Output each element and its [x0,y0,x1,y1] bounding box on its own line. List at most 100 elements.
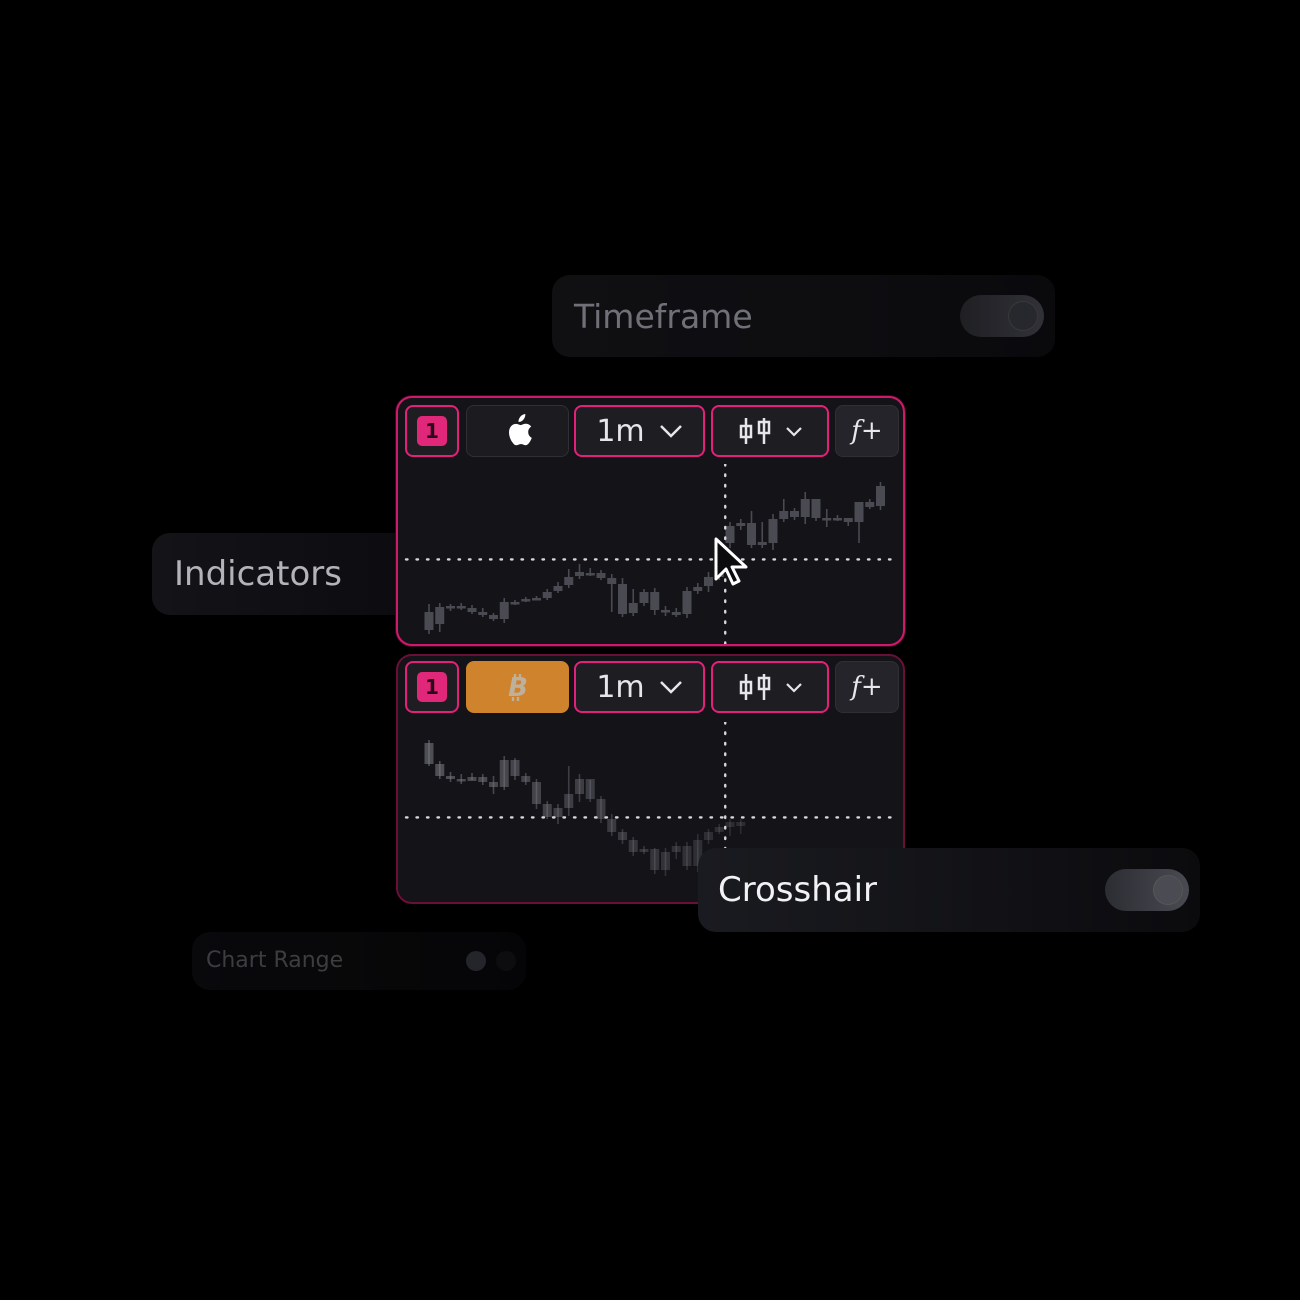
indicators-setting: Indicators [152,533,412,615]
candle [607,574,617,612]
apple-icon [508,414,532,446]
crosshair-label: Crosshair [718,870,878,910]
candle [424,740,434,766]
candle [489,776,498,794]
candle [596,570,606,580]
timeframe-value: 1m [596,669,645,705]
timeframe-setting: Timeframe [552,275,1055,357]
candle [650,848,660,874]
candle [478,774,488,785]
chevron-down-icon [786,426,802,437]
candle [779,499,789,522]
candle [628,837,638,856]
candle [661,606,670,616]
candle [618,829,627,844]
candlestick-icon [739,674,771,700]
candle [564,569,574,588]
toggle-knob [1008,301,1038,331]
add-indicator-button[interactable]: f+ [835,405,899,457]
candle [650,588,660,615]
cursor-icon [714,537,748,586]
candle [639,846,649,854]
candle [596,796,606,823]
candle [768,514,778,550]
candle [682,842,692,870]
candle [833,515,842,521]
timeframe-label: Timeframe [574,297,753,336]
chart-panel-apple: 1 1m f+ [396,396,905,646]
candle [736,519,746,530]
candle [467,773,477,781]
layout-badge[interactable]: 1 [405,661,459,713]
toggle-knob [1153,875,1183,905]
candle [532,596,541,601]
toggle-track [496,951,516,971]
candlestick-chart[interactable] [398,464,903,644]
chevron-down-icon [659,425,682,438]
candle [704,829,713,844]
chart-type-dropdown[interactable] [711,405,829,457]
candle [757,522,767,548]
candle [424,604,434,634]
candle [564,766,574,816]
crosshair-toggle[interactable] [1105,869,1189,911]
candle [714,824,724,834]
candle [671,608,681,617]
candle [628,589,638,616]
crosshair-setting: Crosshair [698,848,1200,932]
candle [661,848,670,876]
candle [478,608,488,617]
badge-number: 1 [417,416,447,446]
candle [585,568,595,576]
timeframe-value: 1m [596,413,645,449]
indicators-label: Indicators [174,554,342,594]
candle [521,597,531,602]
candle [575,564,584,579]
symbol-selector-apple[interactable] [466,405,569,457]
candle [865,499,875,509]
candle [553,582,563,593]
candlestick-icon [739,418,771,444]
candle [639,589,649,606]
candle [822,509,832,527]
candle [456,774,466,784]
candle [585,779,595,802]
candle [510,758,520,780]
candle [435,761,445,779]
timeframe-dropdown[interactable]: 1m [574,661,705,713]
candle [489,613,498,621]
layout-badge[interactable]: 1 [405,405,459,457]
chart-range-label: Chart Range [206,948,344,973]
badge-number: 1 [417,672,447,702]
chart-range-setting: Chart Range [192,932,526,990]
candle [693,583,703,594]
candle [499,756,509,790]
candle [800,492,810,524]
timeframe-dropdown[interactable]: 1m [574,405,705,457]
candle [790,508,799,520]
chevron-down-icon [659,681,682,694]
candle [542,589,552,600]
candle [532,779,541,809]
candle [704,572,713,592]
chart-type-dropdown[interactable] [711,661,829,713]
candle [811,499,821,521]
symbol-selector-bitcoin[interactable]: B [466,661,569,713]
candle [725,819,735,836]
candle [671,842,681,859]
bitcoin-icon: B [508,673,528,703]
candle [435,603,445,632]
candle [446,772,455,782]
candle [510,600,520,605]
add-indicator-button[interactable]: f+ [835,661,899,713]
candle [618,578,627,617]
candle [682,587,692,618]
candle [854,502,864,543]
candle [521,773,531,785]
candle [736,819,746,834]
candle [446,604,455,611]
chart-range-toggle[interactable] [466,951,486,971]
candle [467,605,477,614]
timeframe-toggle[interactable] [960,295,1044,337]
candle [456,603,466,610]
